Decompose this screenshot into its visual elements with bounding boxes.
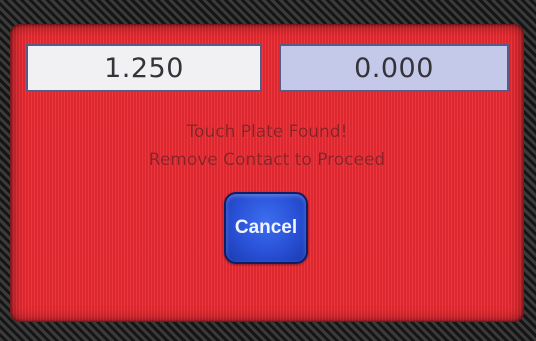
left-value-text: 1.250	[104, 52, 184, 84]
status-message-title: Touch Plate Found!	[186, 122, 348, 142]
left-value-readout: 1.250	[26, 44, 262, 92]
cancel-button[interactable]: Cancel	[224, 192, 308, 264]
touch-screen: 1.250 0.000 Touch Plate Found! Remove Co…	[10, 24, 524, 322]
status-message-instruction: Remove Contact to Proceed	[148, 150, 386, 170]
right-value-text: 0.000	[354, 52, 434, 84]
right-value-readout: 0.000	[279, 44, 509, 92]
cancel-button-label: Cancel	[234, 217, 298, 238]
